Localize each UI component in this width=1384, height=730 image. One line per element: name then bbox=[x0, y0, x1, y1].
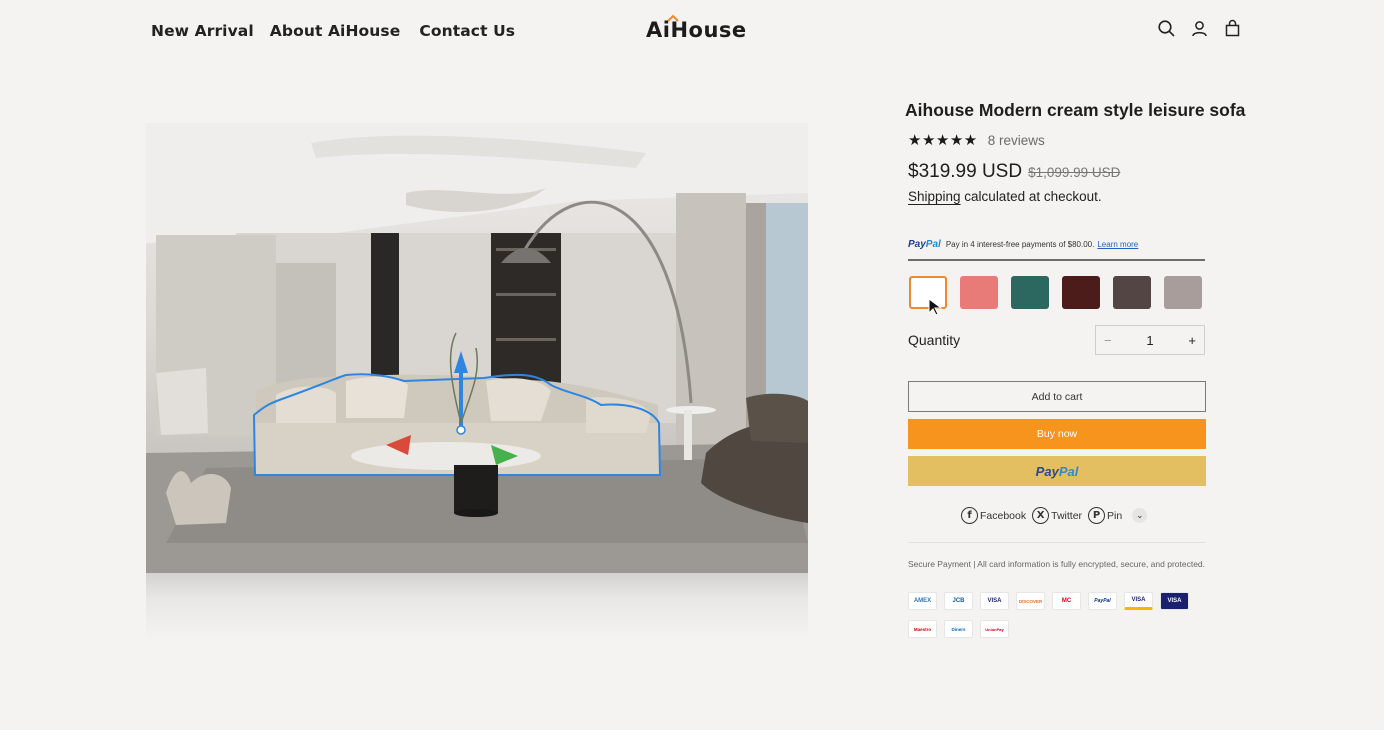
chevron-down-icon[interactable]: ⌄ bbox=[1132, 508, 1148, 523]
paypal-checkout-button[interactable]: Pay Pal bbox=[908, 456, 1206, 486]
color-swatches bbox=[909, 276, 1202, 309]
shipping-link[interactable]: Shipping bbox=[908, 189, 961, 204]
twitter-x-icon: X bbox=[1032, 507, 1050, 524]
amex-icon: AMEX bbox=[908, 592, 937, 610]
discover-icon: DISCOVER bbox=[1016, 592, 1045, 610]
site-logo[interactable]: AiHouse bbox=[646, 14, 747, 42]
share-twitter[interactable]: X Twitter bbox=[1032, 507, 1082, 524]
product-title: Aihouse Modern cream style leisure sofa bbox=[905, 100, 1246, 120]
paypal-learn-more-link[interactable]: Learn more bbox=[1097, 240, 1138, 249]
main-nav: New Arrival About AiHouse Contact Us bbox=[151, 22, 515, 40]
swatch-coral[interactable] bbox=[960, 276, 998, 309]
swatch-teal[interactable] bbox=[1011, 276, 1049, 309]
swatch-brown[interactable] bbox=[1113, 276, 1151, 309]
paypal-card-icon: PayPal bbox=[1088, 592, 1117, 610]
review-count[interactable]: 8 reviews bbox=[988, 133, 1045, 148]
paypal-pay-later-message: PayPal Pay in 4 interest-free payments o… bbox=[908, 235, 1205, 261]
compare-price: $1,099.99 USD bbox=[1028, 165, 1121, 180]
visa-debit-icon: VISA bbox=[1160, 592, 1189, 610]
sale-price: $319.99 USD bbox=[908, 161, 1023, 182]
share-facebook[interactable]: f Facebook bbox=[961, 507, 1026, 524]
add-to-cart-button[interactable]: Add to cart bbox=[908, 381, 1206, 412]
living-room-scene bbox=[146, 123, 808, 573]
house-roof-icon bbox=[667, 14, 679, 22]
payment-methods: AMEX JCB VISA DISCOVER MC PayPal VISA VI… bbox=[908, 592, 1198, 638]
divider bbox=[908, 542, 1205, 543]
jcb-icon: JCB bbox=[944, 592, 973, 610]
visa-icon: VISA bbox=[980, 592, 1009, 610]
nav-new-arrival[interactable]: New Arrival bbox=[151, 22, 254, 40]
buy-now-button[interactable]: Buy now bbox=[908, 419, 1206, 449]
paypal-logo-icon: PayPal bbox=[908, 238, 941, 250]
quantity-increase-button[interactable]: + bbox=[1188, 333, 1196, 348]
quantity-decrease-button[interactable]: − bbox=[1104, 333, 1112, 348]
maestro-icon: Maestro bbox=[908, 620, 937, 638]
logo-text: AiHouse bbox=[646, 18, 747, 42]
price-row: $319.99 USD $1,099.99 USD bbox=[908, 161, 1120, 183]
mouse-cursor-icon bbox=[928, 298, 942, 316]
header-actions bbox=[1157, 19, 1242, 38]
pinterest-icon: P bbox=[1088, 507, 1106, 524]
nav-contact[interactable]: Contact Us bbox=[419, 22, 515, 40]
search-icon[interactable] bbox=[1157, 19, 1176, 38]
mastercard-icon: MC bbox=[1052, 592, 1081, 610]
cart-icon[interactable] bbox=[1223, 19, 1242, 38]
nav-about[interactable]: About AiHouse bbox=[270, 22, 401, 40]
rating[interactable]: ★★★★★ 8 reviews bbox=[908, 131, 1045, 149]
diners-club-icon: Diners bbox=[944, 620, 973, 638]
unionpay-icon: UnionPay bbox=[980, 620, 1009, 638]
secure-payment-text: Secure Payment | All card information is… bbox=[908, 559, 1206, 569]
shipping-text: calculated at checkout. bbox=[960, 189, 1102, 204]
paypal-message-text: Pay in 4 interest-free payments of $80.0… bbox=[945, 239, 1095, 249]
product-image[interactable] bbox=[146, 123, 808, 640]
share-pinterest[interactable]: P Pin bbox=[1088, 507, 1122, 524]
swatch-burgundy[interactable] bbox=[1062, 276, 1100, 309]
visa-electron-icon: VISA bbox=[1124, 592, 1153, 610]
star-rating-icon: ★★★★★ bbox=[908, 131, 978, 149]
shipping-note: Shipping calculated at checkout. bbox=[908, 189, 1102, 204]
swatch-taupe[interactable] bbox=[1164, 276, 1202, 309]
share-links: f Facebook X Twitter P Pin ⌄ bbox=[961, 507, 1148, 524]
quantity-input[interactable]: 1 bbox=[1146, 333, 1153, 348]
quantity-stepper: − 1 + bbox=[1095, 325, 1205, 355]
account-icon[interactable] bbox=[1190, 19, 1209, 38]
facebook-icon: f bbox=[961, 507, 978, 524]
quantity-label: Quantity bbox=[908, 332, 961, 348]
